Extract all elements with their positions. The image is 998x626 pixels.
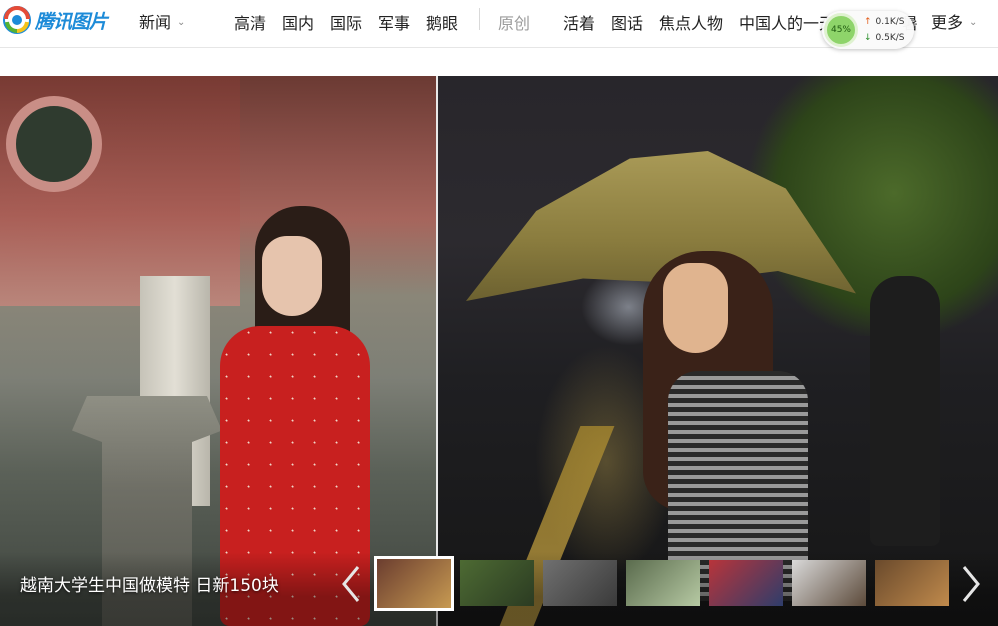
upload-speed-value: 0.1K/S [875, 17, 905, 27]
thumbnail-7[interactable] [873, 558, 951, 608]
nav-item-goose-eye[interactable]: 鹅眼 [426, 10, 458, 34]
more-label: 更多 [931, 13, 964, 32]
nav-item-domestic[interactable]: 国内 [282, 10, 314, 34]
network-speed-widget[interactable]: 45% ↑ 0.1K/S ↓ 0.5K/S [822, 11, 914, 49]
thumbnail-2[interactable] [458, 558, 536, 608]
round-window-shape [6, 96, 102, 192]
brand-name: 腾讯图片 [35, 10, 108, 33]
thumbnail-6[interactable] [790, 558, 868, 608]
thumbnail-image [460, 560, 534, 606]
brand-logo[interactable]: 腾讯图片 [2, 5, 108, 35]
nav-item-international[interactable]: 国际 [330, 10, 362, 34]
channel-dropdown[interactable]: 新闻 ⌄ [139, 9, 185, 33]
thumbnail-1[interactable] [374, 556, 454, 611]
chevron-down-icon: ⌄ [969, 16, 978, 28]
nav-item-military[interactable]: 军事 [378, 10, 410, 34]
thumbnail-3[interactable] [541, 558, 619, 608]
download-speed: ↓ 0.5K/S [864, 33, 905, 43]
nav-item-original[interactable]: 原创 [498, 10, 530, 34]
gallery-photo-right[interactable] [438, 76, 998, 626]
gallery-photo-left[interactable] [0, 76, 436, 626]
thumbnail-image [377, 559, 451, 608]
nav-item-focus-people[interactable]: 焦点人物 [659, 10, 723, 34]
arrow-up-icon: ↑ [864, 17, 872, 27]
photo-gallery [0, 76, 998, 626]
nav-item-photo-talk[interactable]: 图话 [611, 10, 643, 34]
nav-item-hd[interactable]: 高清 [234, 10, 266, 34]
channel-label: 新闻 [139, 13, 172, 32]
gallery-caption[interactable]: 越南大学生中国做模特 日新150块 [20, 571, 279, 596]
thumbnail-image [875, 560, 949, 606]
next-arrow-button[interactable] [956, 560, 986, 608]
nav-item-alive[interactable]: 活着 [563, 10, 595, 34]
thumbnail-4[interactable] [624, 558, 702, 608]
thumbnail-image [543, 560, 617, 606]
chevron-down-icon: ⌄ [177, 16, 186, 28]
thumbnail-5[interactable] [707, 558, 785, 608]
pedestrian-shape [870, 276, 940, 546]
speed-percent: 45% [830, 25, 851, 35]
tencent-logo-icon [2, 5, 32, 35]
chevron-right-icon [962, 566, 980, 602]
previous-arrow-button[interactable] [336, 560, 366, 608]
download-speed-value: 0.5K/S [875, 33, 905, 43]
more-dropdown[interactable]: 更多 ⌄ [931, 9, 977, 33]
upload-speed: ↑ 0.1K/S [864, 17, 905, 27]
arrow-down-icon: ↓ [864, 33, 872, 43]
thumbnail-image [626, 560, 700, 606]
thumbnail-image [709, 560, 783, 606]
nav-item-chinese-day[interactable]: 中国人的一天 [739, 10, 835, 34]
chevron-left-icon [342, 566, 360, 602]
nav-divider [479, 8, 480, 30]
speed-percent-ring: 45% [824, 13, 858, 47]
thumbnail-image [792, 560, 866, 606]
